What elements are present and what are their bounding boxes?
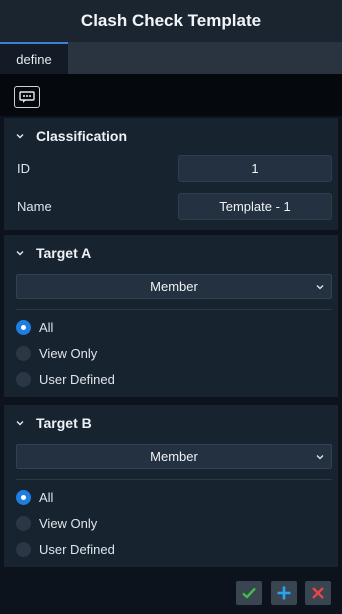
- divider: [16, 479, 332, 480]
- name-field[interactable]: Template - 1: [178, 193, 332, 220]
- chevron-down-icon: [16, 134, 24, 139]
- divider: [16, 309, 332, 310]
- target-a-select-value: Member: [150, 279, 198, 294]
- close-icon: [312, 587, 324, 599]
- chevron-down-icon: [16, 251, 24, 256]
- classification-panel: Classification ID 1 Name Template - 1: [4, 118, 338, 230]
- check-icon: [242, 587, 256, 599]
- radio-unselected[interactable]: [16, 515, 31, 531]
- plus-icon: [277, 586, 291, 600]
- chevron-down-icon: [16, 421, 24, 426]
- radio-label: View Only: [39, 515, 98, 531]
- radio-selected[interactable]: [16, 319, 31, 335]
- target-a-option-view-only[interactable]: View Only: [16, 342, 97, 364]
- target-b-title: Target B: [36, 415, 92, 431]
- toolbar: [0, 74, 342, 116]
- comment-button[interactable]: [14, 86, 40, 108]
- tab-strip: define: [0, 42, 342, 74]
- radio-label: View Only: [39, 345, 98, 361]
- classification-title: Classification: [36, 128, 128, 144]
- target-a-panel: Target A Member All View Only User Defin…: [4, 235, 338, 397]
- radio-label: User Defined: [39, 371, 115, 387]
- footer: [0, 570, 342, 614]
- chevron-down-icon: [316, 285, 324, 290]
- target-b-select[interactable]: Member: [16, 444, 332, 469]
- target-b-header[interactable]: Target B: [4, 405, 338, 441]
- name-label: Name: [17, 199, 52, 214]
- target-b-select-value: Member: [150, 449, 198, 464]
- target-a-select[interactable]: Member: [16, 274, 332, 299]
- tab-define[interactable]: define: [0, 42, 68, 74]
- id-field[interactable]: 1: [178, 155, 332, 182]
- radio-unselected[interactable]: [16, 371, 31, 387]
- chevron-down-icon: [316, 455, 324, 460]
- target-b-option-all[interactable]: All: [16, 486, 53, 508]
- radio-label: All: [39, 319, 54, 335]
- target-b-option-user-defined[interactable]: User Defined: [16, 538, 115, 560]
- target-b-option-view-only[interactable]: View Only: [16, 512, 97, 534]
- close-button[interactable]: [305, 581, 331, 605]
- target-a-option-all[interactable]: All: [16, 316, 53, 338]
- radio-label: All: [39, 489, 54, 505]
- window-title: Clash Check Template: [0, 0, 342, 42]
- target-b-panel: Target B Member All View Only User Defin…: [4, 405, 338, 567]
- add-button[interactable]: [271, 581, 297, 605]
- id-label: ID: [17, 161, 30, 176]
- confirm-button[interactable]: [236, 581, 262, 605]
- radio-selected[interactable]: [16, 489, 31, 505]
- classification-header[interactable]: Classification: [4, 118, 338, 154]
- radio-unselected[interactable]: [16, 541, 31, 557]
- target-a-option-user-defined[interactable]: User Defined: [16, 368, 115, 390]
- target-a-title: Target A: [36, 245, 92, 261]
- target-a-header[interactable]: Target A: [4, 235, 338, 271]
- radio-label: User Defined: [39, 541, 115, 557]
- radio-unselected[interactable]: [16, 345, 31, 361]
- comment-icon: [19, 90, 35, 103]
